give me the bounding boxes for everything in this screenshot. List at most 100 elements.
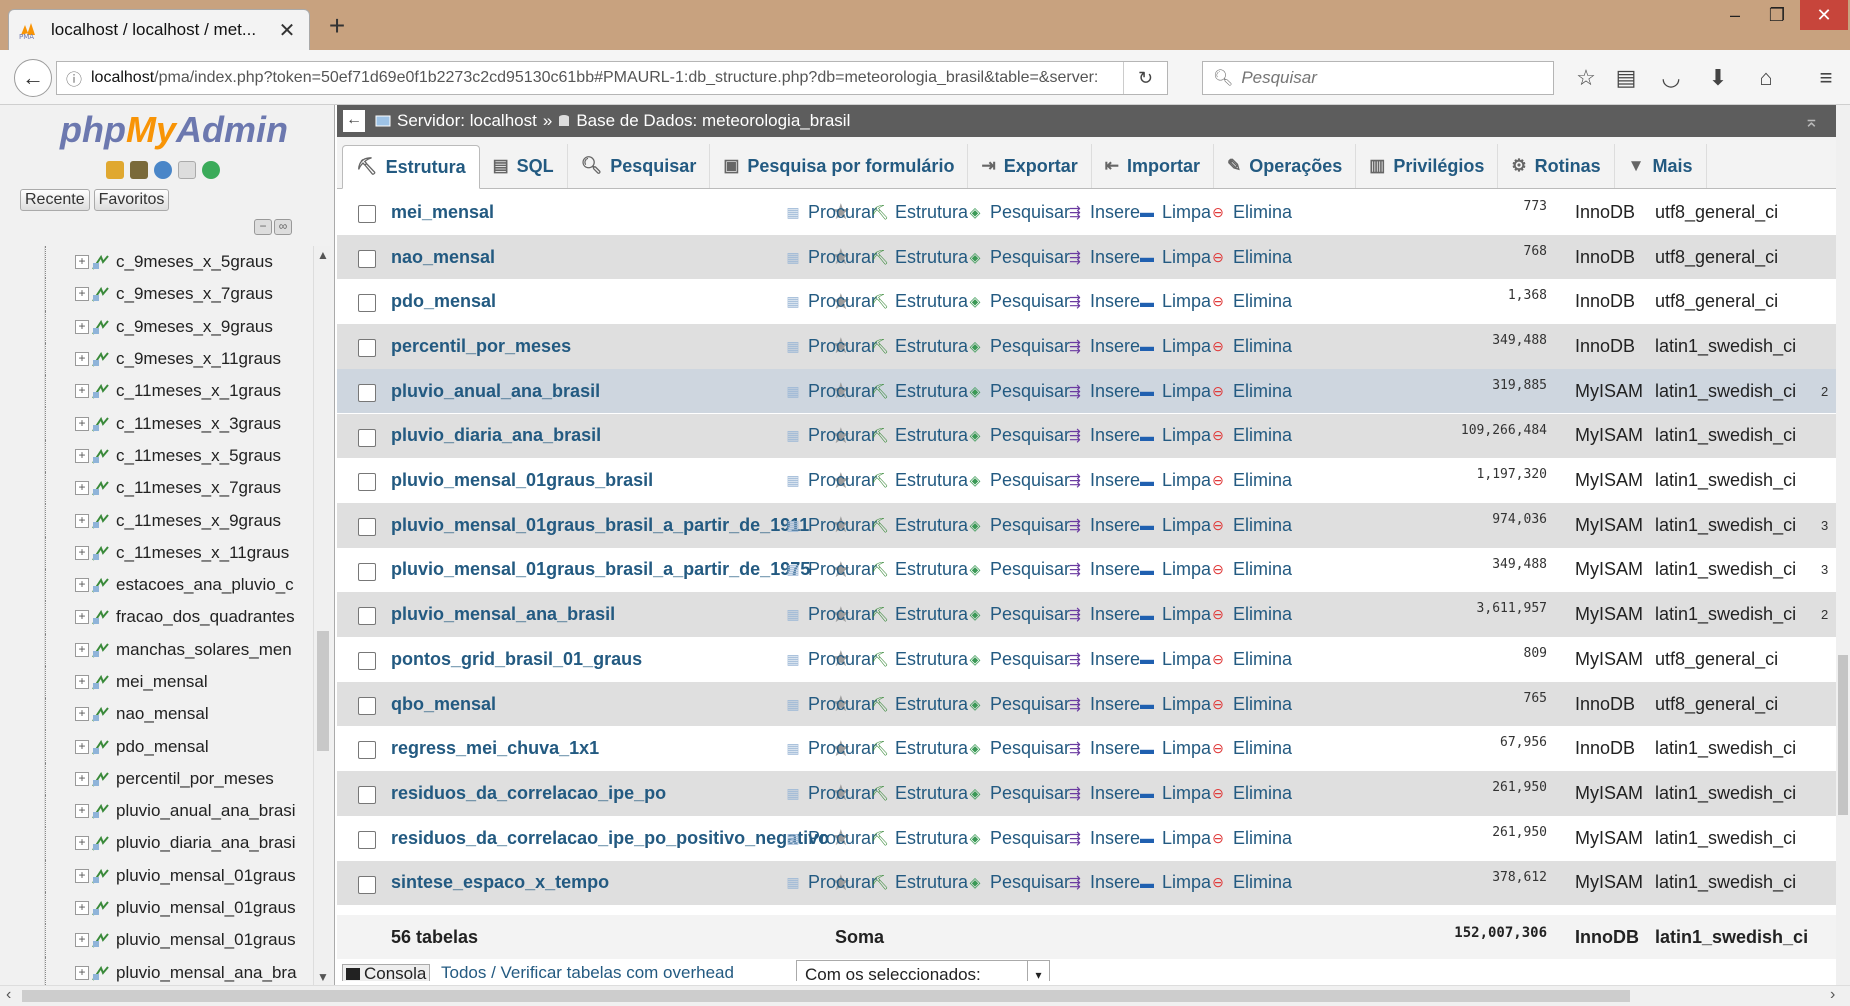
home-icon[interactable]: ⌂ [1750, 62, 1782, 94]
new-tab-button[interactable]: + [322, 10, 352, 42]
row-checkbox[interactable] [358, 875, 376, 894]
action-insert[interactable]: ⇶ Insere [1065, 828, 1140, 849]
row-checkbox[interactable] [358, 339, 376, 358]
expand-icon[interactable]: + [75, 578, 89, 593]
action-insert[interactable]: ⇶ Insere [1065, 291, 1140, 312]
table-structure-icon[interactable] [92, 383, 110, 399]
table-structure-icon[interactable] [92, 674, 110, 690]
expand-icon[interactable]: + [75, 771, 89, 786]
expand-icon[interactable]: + [75, 836, 89, 851]
action-browse[interactable]: ▦ Procurar [783, 828, 877, 849]
tab-rotinas[interactable]: ⚙ Rotinas [1498, 144, 1615, 188]
row-checkbox[interactable] [358, 428, 376, 447]
action-insert[interactable]: ⇶ Insere [1065, 425, 1140, 446]
tree-item[interactable]: + c_11meses_x_3graus [45, 407, 316, 441]
tree-item[interactable]: + pluvio_mensal_ana_bra [45, 956, 316, 986]
row-checkbox[interactable] [358, 696, 376, 715]
console-button[interactable]: Consola [342, 964, 431, 981]
action-insert[interactable]: ⇶ Insere [1065, 783, 1140, 804]
row-checkbox[interactable] [358, 741, 376, 760]
table-name-link[interactable]: pluvio_mensal_01graus_brasil_a_partir_de… [391, 559, 810, 580]
phpmyadmin-logo[interactable]: phpMyAdmin [60, 109, 288, 151]
action-structure[interactable]: ⛏ Estrutura [870, 336, 968, 357]
action-search[interactable]: ◈ Pesquisar [965, 425, 1070, 446]
action-browse[interactable]: ▦ Procurar [783, 783, 877, 804]
search-input[interactable] [1241, 68, 1542, 88]
expand-icon[interactable]: + [75, 448, 89, 463]
collapse-all-icon[interactable]: − [254, 219, 272, 235]
action-drop[interactable]: ⊖ Elimina [1208, 694, 1292, 715]
back-button[interactable]: ← [14, 59, 52, 97]
horizontal-scrollbar-thumb[interactable] [22, 990, 1630, 1002]
action-empty[interactable]: ▬ Limpa [1137, 738, 1211, 759]
check-all-link[interactable]: Todos / Verificar tabelas com overhead [441, 963, 734, 981]
tab-mais[interactable]: ▼ Mais [1615, 144, 1707, 188]
row-checkbox[interactable] [358, 205, 376, 223]
action-empty[interactable]: ▬ Limpa [1137, 872, 1211, 893]
action-search[interactable]: ◈ Pesquisar [965, 202, 1070, 223]
row-checkbox[interactable] [358, 517, 376, 536]
action-structure[interactable]: ⛏ Estrutura [870, 470, 968, 491]
expand-icon[interactable]: + [75, 287, 89, 302]
row-checkbox[interactable] [358, 652, 376, 670]
expand-icon[interactable]: + [75, 352, 89, 367]
action-empty[interactable]: ▬ Limpa [1137, 604, 1211, 625]
minimize-button[interactable]: ‒ [1714, 0, 1756, 30]
table-structure-icon[interactable] [92, 739, 110, 755]
action-browse[interactable]: ▦ Procurar [783, 694, 877, 715]
action-drop[interactable]: ⊖ Elimina [1208, 336, 1292, 357]
action-search[interactable]: ◈ Pesquisar [965, 872, 1070, 893]
scroll-up-icon[interactable]: ▲ [314, 248, 332, 262]
action-drop[interactable]: ⊖ Elimina [1208, 872, 1292, 893]
expand-icon[interactable]: + [75, 965, 89, 980]
action-insert[interactable]: ⇶ Insere [1065, 515, 1140, 536]
action-insert[interactable]: ⇶ Insere [1065, 336, 1140, 357]
action-structure[interactable]: ⛏ Estrutura [870, 425, 968, 446]
table-structure-icon[interactable] [92, 286, 110, 302]
expand-icon[interactable]: + [75, 933, 89, 948]
action-drop[interactable]: ⊖ Elimina [1208, 291, 1292, 312]
breadcrumb-database[interactable]: Base de Dados: meteorologia_brasil [558, 111, 850, 131]
expand-icon[interactable]: + [75, 545, 89, 560]
action-browse[interactable]: ▦ Procurar [783, 649, 877, 670]
reading-list-icon[interactable]: ▤ [1610, 62, 1642, 94]
action-empty[interactable]: ▬ Limpa [1137, 559, 1211, 580]
table-structure-icon[interactable] [92, 835, 110, 852]
favorites-button[interactable]: Favoritos [93, 189, 170, 211]
action-empty[interactable]: ▬ Limpa [1137, 425, 1211, 446]
with-selected-select[interactable]: Com os seleccionados: ▾ [796, 960, 1050, 981]
action-browse[interactable]: ▦ Procurar [783, 604, 877, 625]
tree-item[interactable]: + manchas_solares_men [45, 633, 316, 667]
action-search[interactable]: ◈ Pesquisar [965, 291, 1070, 312]
tab-pesquisa-por-formul-rio[interactable]: ▣ Pesquisa por formulário [710, 144, 969, 188]
expand-icon[interactable]: + [75, 707, 89, 722]
toggle-navigation-icon[interactable]: ← [343, 110, 365, 132]
expand-icon[interactable]: + [75, 319, 89, 334]
table-name-link[interactable]: pluvio_mensal_ana_brasil [391, 604, 615, 625]
action-insert[interactable]: ⇶ Insere [1065, 738, 1140, 759]
close-tab-icon[interactable]: ✕ [275, 18, 299, 43]
action-empty[interactable]: ▬ Limpa [1137, 649, 1211, 670]
action-insert[interactable]: ⇶ Insere [1065, 470, 1140, 491]
table-name-link[interactable]: residuos_da_correlacao_ipe_po [391, 783, 666, 804]
action-drop[interactable]: ⊖ Elimina [1208, 559, 1292, 580]
link-icon[interactable]: ∞ [274, 219, 292, 235]
action-browse[interactable]: ▦ Procurar [783, 738, 877, 759]
tree-item[interactable]: + pluvio_mensal_01graus [45, 891, 316, 925]
row-checkbox[interactable] [358, 383, 376, 402]
expand-icon[interactable]: + [75, 642, 89, 657]
tree-item[interactable]: + mei_mensal [45, 665, 316, 699]
action-browse[interactable]: ▦ Procurar [783, 425, 877, 446]
action-structure[interactable]: ⛏ Estrutura [870, 828, 968, 849]
table-structure-icon[interactable] [92, 965, 110, 981]
table-name-link[interactable]: nao_mensal [391, 247, 495, 268]
table-structure-icon[interactable] [92, 448, 110, 464]
tree-item[interactable]: + pluvio_mensal_01graus [45, 859, 316, 893]
action-empty[interactable]: ▬ Limpa [1137, 247, 1211, 268]
expand-icon[interactable]: + [75, 384, 89, 399]
action-browse[interactable]: ▦ Procurar [783, 559, 877, 580]
table-structure-icon[interactable] [92, 642, 110, 658]
action-structure[interactable]: ⛏ Estrutura [870, 872, 968, 893]
download-icon[interactable]: ⬇ [1702, 62, 1734, 94]
horizontal-scrollbar[interactable]: ‹ › [0, 985, 1850, 1006]
